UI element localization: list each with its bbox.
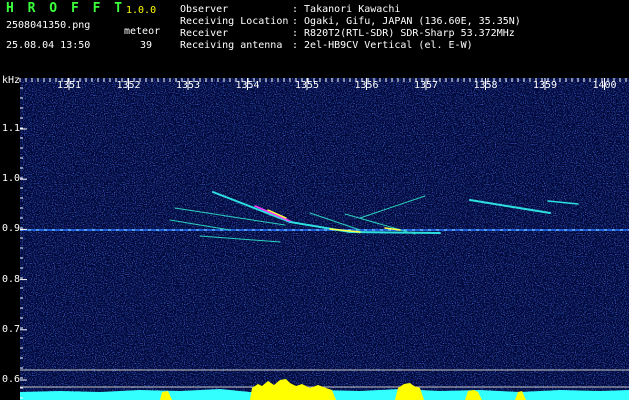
x-tick-label: 1351 [57, 80, 82, 91]
spectrogram [19, 78, 629, 400]
x-tick-label: 1358 [473, 80, 498, 91]
x-tick-label: 1359 [533, 80, 558, 91]
x-tick-label: 1353 [176, 80, 201, 91]
x-tick-label: 1352 [116, 80, 141, 91]
y-tick-label: 1.1 [2, 123, 21, 134]
axis-unit-label: kHz [2, 75, 21, 86]
y-tick-label: 0.8 [2, 273, 21, 285]
spectrogram-sparkle [20, 78, 629, 400]
y-tick-label: 0.9 [2, 223, 21, 235]
y-tick-label: 0.7 [2, 323, 21, 335]
x-tick-label: 1400 [592, 80, 617, 91]
y-tick-label: 1.0 [2, 173, 21, 185]
x-tick-label: 1356 [354, 80, 379, 91]
x-tick-label: 1354 [235, 80, 260, 91]
y-tick-label: 0.6 [2, 374, 21, 385]
x-tick-label: 1357 [414, 80, 439, 91]
x-tick-label: 1355 [295, 80, 320, 91]
